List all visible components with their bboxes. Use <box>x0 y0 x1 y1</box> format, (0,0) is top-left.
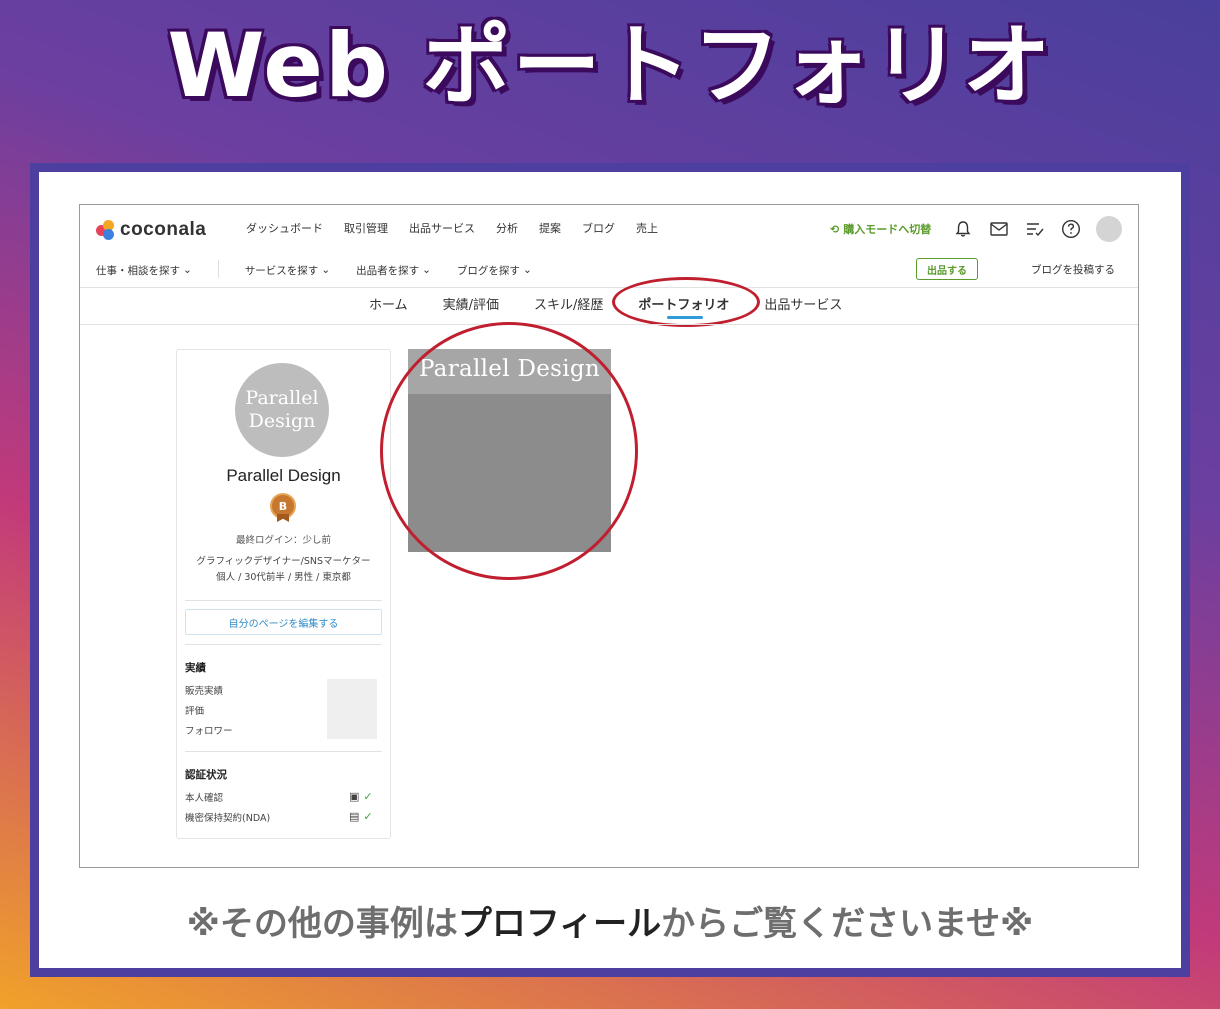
tab-skills[interactable]: スキル/経歴 <box>534 294 603 313</box>
verify-nda: 機密保持契約(NDA) <box>185 813 271 824</box>
chevron-down-icon: ⌄ <box>183 264 192 276</box>
logo-icon <box>96 220 116 240</box>
footer-note: ※その他の事例はプロフィールからご覧くださいませ※ <box>39 896 1181 945</box>
verify-title: 認証状況 <box>185 769 227 781</box>
nav-services[interactable]: 出品サービス <box>409 220 475 236</box>
tab-highlight-ring <box>612 277 760 327</box>
nav-sales[interactable]: 売上 <box>636 220 658 236</box>
mode-switch-link[interactable]: ⟲ 購入モードへ切替 <box>830 221 931 237</box>
subnav-find-jobs[interactable]: 仕事・相談を探す ⌄ <box>96 262 192 278</box>
nav-transactions[interactable]: 取引管理 <box>344 220 388 236</box>
header-divider <box>80 287 1138 288</box>
chevron-down-icon: ⌄ <box>321 264 331 276</box>
subnav-find-services-label: サービスを探す <box>244 264 319 277</box>
badge-ribbon <box>277 514 289 522</box>
frame-inner: coconala ダッシュボード 取引管理 出品サービス 分析 提案 ブログ 売… <box>39 172 1181 968</box>
divider <box>185 751 382 752</box>
user-avatar[interactable] <box>1096 216 1122 242</box>
document-icon: ▤ <box>349 810 360 823</box>
divider <box>185 600 382 601</box>
nav-proposals[interactable]: 提案 <box>539 220 561 236</box>
verify-nda-status: ▤ ✓ <box>349 810 373 823</box>
header-icons <box>952 216 1122 242</box>
profile-meta: 個人 / 30代前半 / 男性 / 東京都 <box>216 572 351 583</box>
subnav-find-blogs-label: ブログを探す <box>456 264 520 277</box>
tab-home[interactable]: ホーム <box>369 294 408 313</box>
listing-button[interactable]: 出品する <box>916 258 978 280</box>
chevron-down-icon: ⌄ <box>422 264 431 276</box>
note-before: ※その他の事例は <box>186 904 458 944</box>
tab-services[interactable]: 出品サービス <box>764 294 842 313</box>
blog-post-link[interactable]: ブログを投稿する <box>1031 262 1115 277</box>
banner-title: Web ポートフォリオ <box>165 14 1053 117</box>
results-rating: 評価 <box>185 706 205 717</box>
sub-nav: 仕事・相談を探す ⌄ サービスを探す ⌄ 出品者を探す ⌄ ブログを探す ⌄ <box>96 260 558 278</box>
subnav-find-sellers-label: 出品者を探す <box>356 264 420 277</box>
thumbnail-highlight-ring <box>380 322 638 580</box>
top-nav: ダッシュボード 取引管理 出品サービス 分析 提案 ブログ 売上 <box>246 220 658 236</box>
mode-switch-label: 購入モードへ切替 <box>843 223 932 236</box>
last-login: 最終ログイン：少し前 <box>235 535 331 546</box>
job-title: グラフィックデザイナー/SNSマーケター <box>196 556 371 567</box>
check-icon: ✓ <box>363 810 373 823</box>
tabs-divider <box>80 324 1138 325</box>
help-icon[interactable] <box>1060 218 1082 240</box>
note-emphasis: プロフィール <box>457 904 662 944</box>
subnav-find-blogs[interactable]: ブログを探す ⌄ <box>457 262 532 278</box>
subnav-find-services[interactable]: サービスを探す ⌄ <box>245 262 330 278</box>
nav-blog[interactable]: ブログ <box>582 220 615 236</box>
profile-card: Parallel Design Parallel Design B 最終ログイン… <box>176 349 391 839</box>
results-followers: フォロワー <box>185 726 233 737</box>
task-list-icon[interactable] <box>1024 218 1046 240</box>
profile-avatar: Parallel Design <box>235 363 329 457</box>
note-after: からご覧くださいませ※ <box>661 904 1034 944</box>
avatar-line1: Parallel <box>245 387 319 410</box>
subnav-find-jobs-label: 仕事・相談を探す <box>96 264 180 277</box>
results-placeholder <box>327 679 377 739</box>
refresh-icon: ⟲ <box>830 222 840 236</box>
results-sales: 販売実績 <box>185 686 224 697</box>
chevron-down-icon: ⌄ <box>522 264 532 276</box>
frame: coconala ダッシュボード 取引管理 出品サービス 分析 提案 ブログ 売… <box>30 163 1190 977</box>
subnav-separator <box>217 260 219 278</box>
bell-icon[interactable] <box>952 218 974 240</box>
subnav-find-sellers[interactable]: 出品者を探す ⌄ <box>356 262 431 278</box>
mail-icon[interactable] <box>988 218 1010 240</box>
divider <box>185 644 382 645</box>
nav-dashboard[interactable]: ダッシュボード <box>246 220 323 236</box>
nav-analytics[interactable]: 分析 <box>496 220 518 236</box>
logo-text: coconala <box>120 219 207 240</box>
edit-page-button[interactable]: 自分のページを編集する <box>185 609 382 635</box>
profile-name: Parallel Design <box>226 466 341 485</box>
verify-identity-status: ▣ ✓ <box>349 790 373 803</box>
logo[interactable]: coconala <box>96 219 206 241</box>
results-title: 実績 <box>185 662 206 674</box>
avatar-line2: Design <box>248 410 316 432</box>
check-icon: ✓ <box>363 790 373 803</box>
id-card-icon: ▣ <box>349 790 360 803</box>
verify-identity: 本人確認 <box>185 793 224 804</box>
profile-page-screenshot: coconala ダッシュボード 取引管理 出品サービス 分析 提案 ブログ 売… <box>79 204 1139 868</box>
tab-results[interactable]: 実績/評価 <box>443 294 499 313</box>
